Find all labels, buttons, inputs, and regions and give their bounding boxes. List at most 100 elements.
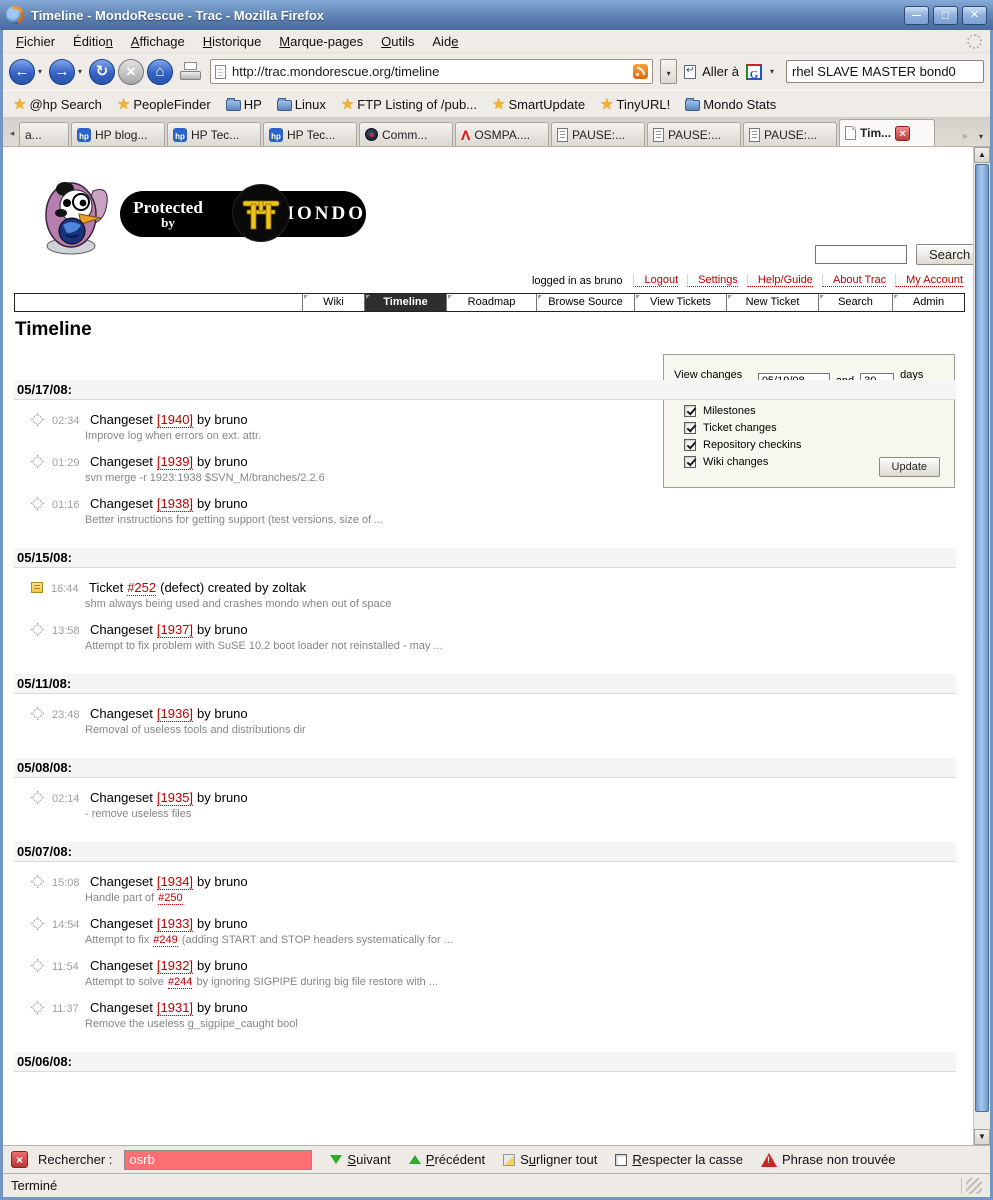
- checkbox-icon[interactable]: [615, 1154, 627, 1166]
- changeset-link[interactable]: [1932]: [157, 958, 193, 974]
- nav-tab-timeline[interactable]: Timeline: [364, 294, 446, 311]
- tab-8[interactable]: PAUSE:...: [647, 122, 741, 146]
- close-button[interactable]: [962, 6, 987, 25]
- tab-2[interactable]: HP blog...: [71, 122, 165, 146]
- resize-grip[interactable]: [966, 1178, 982, 1194]
- torii-gate-icon: [232, 184, 290, 242]
- menu-affichage[interactable]: Affichage: [122, 31, 194, 52]
- settings-link[interactable]: Settings: [687, 274, 738, 287]
- site-search-input[interactable]: [815, 245, 907, 264]
- logout-link[interactable]: Logout: [633, 274, 678, 287]
- forward-dropdown-icon[interactable]: [78, 67, 86, 76]
- home-button[interactable]: [147, 59, 173, 85]
- tab-6[interactable]: OSMPA....: [455, 122, 549, 146]
- ticket-number-link[interactable]: #252: [127, 580, 156, 596]
- nav-tab-new-ticket[interactable]: New Ticket: [726, 294, 818, 311]
- nav-tab-view-tickets[interactable]: View Tickets: [634, 294, 726, 311]
- bookmark-folder-linux[interactable]: Linux: [277, 97, 326, 112]
- nav-tab-browse-source[interactable]: Browse Source: [536, 294, 634, 311]
- menu-aide[interactable]: Aide: [423, 31, 467, 52]
- reload-button[interactable]: [89, 59, 115, 85]
- tab-timeline-active[interactable]: Tim...: [839, 119, 935, 146]
- bookmark-folder-mondo-stats[interactable]: Mondo Stats: [685, 97, 776, 112]
- my-account-link[interactable]: My Account: [895, 274, 963, 287]
- entry-time: 02:14: [52, 793, 82, 805]
- vertical-scrollbar[interactable]: [973, 147, 990, 1145]
- findbar-input[interactable]: [124, 1150, 312, 1170]
- changeset-link[interactable]: [1933]: [157, 916, 193, 932]
- bookmark-tinyurl[interactable]: TinyURL!: [600, 95, 670, 113]
- tab-9[interactable]: PAUSE:...: [743, 122, 837, 146]
- ticket-link[interactable]: #249: [153, 934, 177, 947]
- menu-marque-pages[interactable]: Marque-pages: [270, 31, 372, 52]
- url-input[interactable]: [232, 64, 633, 79]
- tab-list-dropdown-button[interactable]: [974, 132, 988, 141]
- url-bar[interactable]: [210, 59, 653, 84]
- bookmark-hp-search[interactable]: @hp Search: [13, 95, 102, 113]
- tab-3[interactable]: HP Tec...: [167, 122, 261, 146]
- nav-tab-search[interactable]: Search: [818, 294, 892, 311]
- status-bar: Terminé: [3, 1173, 990, 1197]
- scroll-down-button[interactable]: [974, 1129, 990, 1145]
- changeset-link[interactable]: [1939]: [157, 454, 193, 470]
- main-nav: Wiki Timeline Roadmap Browse Source View…: [14, 293, 965, 312]
- go-button[interactable]: Aller à: [702, 64, 739, 79]
- highlight-all-button[interactable]: Surligner tout: [503, 1152, 597, 1167]
- tab-scroll-right-button[interactable]: [959, 131, 972, 142]
- changeset-link[interactable]: [1937]: [157, 622, 193, 638]
- print-button[interactable]: [179, 62, 203, 82]
- bookmark-folder-hp[interactable]: HP: [226, 97, 262, 112]
- entry-description: Removal of useless tools and distributio…: [85, 724, 956, 736]
- search-engine-dropdown-icon[interactable]: [770, 67, 778, 76]
- changeset-link[interactable]: [1938]: [157, 496, 193, 512]
- match-case-checkbox[interactable]: Respecter la casse: [615, 1152, 743, 1167]
- tab-7[interactable]: PAUSE:...: [551, 122, 645, 146]
- find-previous-button[interactable]: Précédent: [409, 1152, 485, 1167]
- scrollbar-thumb[interactable]: [975, 164, 989, 1112]
- scroll-up-button[interactable]: [974, 147, 990, 163]
- tab-scroll-left-button[interactable]: ◂: [5, 120, 19, 146]
- help-guide-link[interactable]: Help/Guide: [747, 274, 813, 287]
- maximize-button[interactable]: [933, 6, 958, 25]
- throbber-icon: [967, 34, 982, 49]
- about-trac-link[interactable]: About Trac: [822, 274, 886, 287]
- changeset-link[interactable]: [1931]: [157, 1000, 193, 1016]
- date-header: 05/15/08:: [14, 548, 956, 568]
- forward-button[interactable]: [49, 59, 75, 85]
- bookmark-ftp-listing[interactable]: FTP Listing of /pub...: [341, 95, 477, 113]
- timeline-entry: 16:44 Ticket#252(defect) created by zolt…: [14, 580, 956, 610]
- menu-fichier[interactable]: Fichier: [7, 31, 64, 52]
- menu-outils[interactable]: Outils: [372, 31, 423, 52]
- tab-4[interactable]: HP Tec...: [263, 122, 357, 146]
- web-search-input[interactable]: [786, 60, 984, 83]
- tab-1[interactable]: a...: [19, 122, 69, 146]
- url-dropdown-button[interactable]: [660, 59, 677, 84]
- tab-5[interactable]: Comm...: [359, 122, 453, 146]
- folder-icon: [277, 100, 292, 111]
- changeset-link[interactable]: [1936]: [157, 706, 193, 722]
- ticket-link[interactable]: #244: [168, 976, 192, 989]
- stop-button[interactable]: [118, 59, 144, 85]
- rss-icon[interactable]: [633, 64, 648, 79]
- find-next-button[interactable]: Suivant: [330, 1152, 390, 1167]
- bookmark-peoplefinder[interactable]: PeopleFinder: [117, 95, 211, 113]
- nav-tab-roadmap[interactable]: Roadmap: [446, 294, 536, 311]
- entry-title: Changeset[1939]by bruno: [90, 454, 248, 469]
- changeset-link[interactable]: [1940]: [157, 412, 193, 428]
- nav-tab-admin[interactable]: Admin: [892, 294, 964, 311]
- bookmark-smartupdate[interactable]: SmartUpdate: [492, 95, 585, 113]
- findbar-close-icon[interactable]: [11, 1151, 28, 1168]
- ticket-link[interactable]: #250: [158, 892, 182, 905]
- nav-tab-wiki[interactable]: Wiki: [302, 294, 364, 311]
- menu-historique[interactable]: Historique: [194, 31, 271, 52]
- back-dropdown-icon[interactable]: [38, 67, 46, 76]
- entry-title: Changeset[1933]by bruno: [90, 916, 248, 931]
- changeset-link[interactable]: [1934]: [157, 874, 193, 890]
- changeset-link[interactable]: [1935]: [157, 790, 193, 806]
- document-favicon: [749, 128, 760, 142]
- minimize-button[interactable]: [904, 6, 929, 25]
- tab-close-icon[interactable]: [895, 126, 910, 141]
- site-search-button[interactable]: Search: [916, 244, 973, 265]
- menu-edition[interactable]: Édition: [64, 31, 122, 52]
- back-button[interactable]: [9, 59, 35, 85]
